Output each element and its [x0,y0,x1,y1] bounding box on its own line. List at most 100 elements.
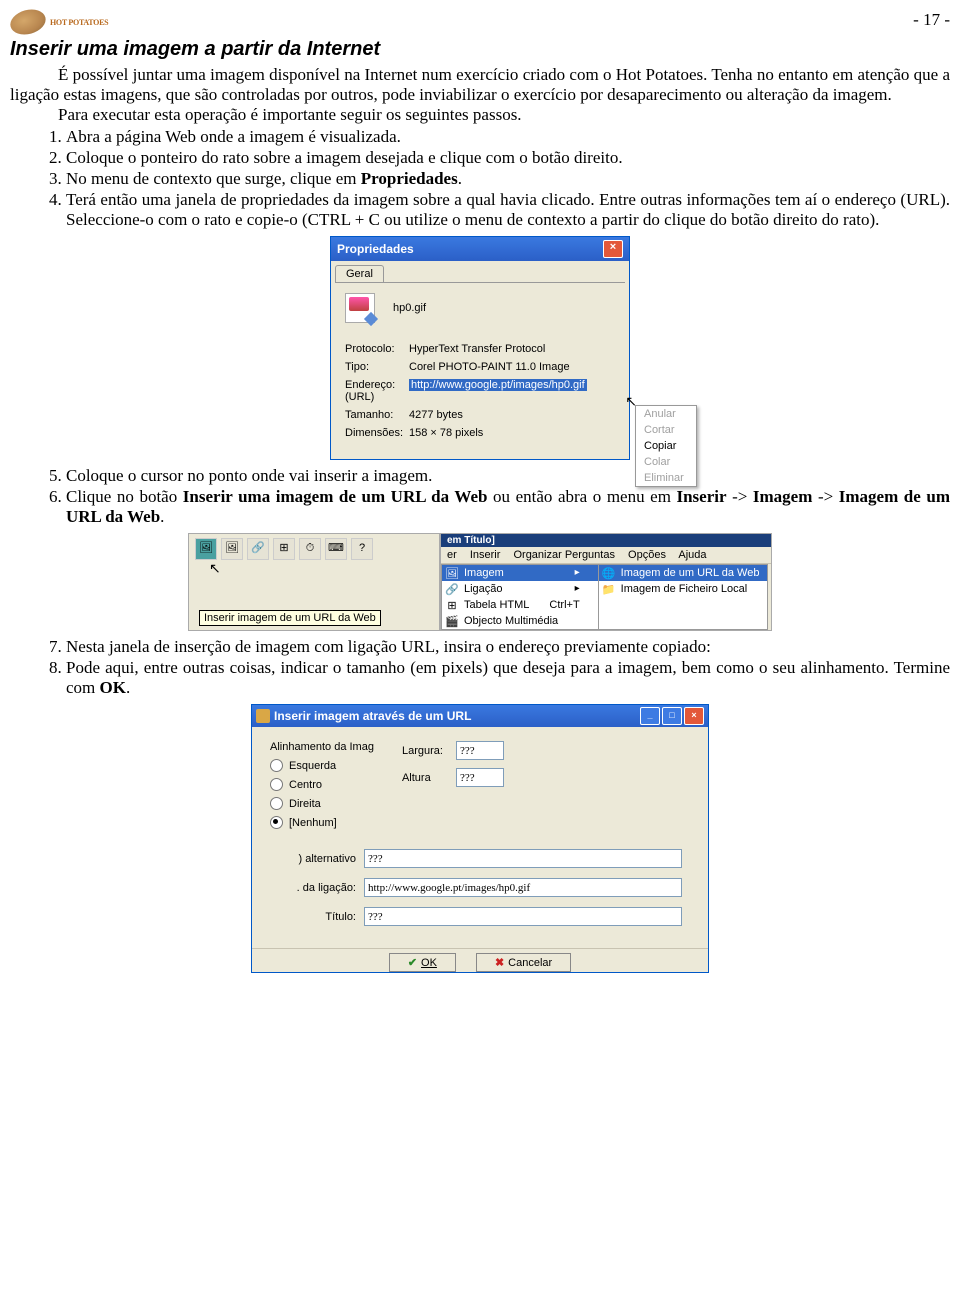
alt-input[interactable] [364,849,682,868]
intro-para-2: Para executar esta operação é importante… [10,105,950,125]
step-5: Coloque o cursor no ponto onde vai inser… [66,466,950,486]
type-value: Corel PHOTO-PAINT 11.0 Image [409,361,615,373]
app-icon [256,709,270,723]
submenu-objecto[interactable]: 🎬Objecto Multimédia [442,613,598,629]
menu-ajuda[interactable]: Ajuda [678,549,706,561]
menubar[interactable]: er Inserir Organizar Perguntas Opções Aj… [441,547,771,564]
title-input[interactable] [364,907,682,926]
inserir-submenu[interactable]: 🖼Imagem 🔗Ligação ⊞Tabela HTMLCtrl+T 🎬Obj… [441,564,599,630]
alt-label: ) alternativo [270,853,356,865]
protocol-label: Protocolo: [345,343,409,355]
altura-label: Altura [402,772,450,784]
insert-url-dialog: Inserir imagem através de um URL _ □ × A… [251,704,709,973]
web-image-icon: 🌐 [602,567,616,581]
minimize-icon[interactable]: _ [640,707,660,725]
size-group: Largura: Altura [402,741,504,835]
link-label: . da ligação: [270,882,356,894]
properties-titlebar[interactable]: Propriedades × [331,237,629,261]
dim-label: Dimensões: [345,427,409,439]
toolbar-button[interactable]: ⊞ [273,538,295,560]
toolbar-button[interactable]: ? [351,538,373,560]
close-icon[interactable]: × [603,240,623,258]
group-label: Alinhamento da Imag [270,741,374,753]
menu-inserir[interactable]: Inserir [470,549,501,561]
file-type-icon [345,293,375,323]
step-7: Nesta janela de inserção de imagem com l… [66,637,950,657]
alignment-group: Alinhamento da Imag Esquerda Centro Dire… [270,741,374,835]
toolbar: 🖼 🖼 🔗 ⊞ ⏱ ⌨ ? [195,538,433,560]
dim-value: 158 × 78 pixels [409,427,615,439]
link-input[interactable] [364,878,682,897]
page-header: HOT POTATOES - 17 - [10,10,950,34]
context-menu[interactable]: Anular Cortar Copiar Colar Eliminar [635,405,697,487]
properties-title: Propriedades [337,242,414,256]
step-4: Terá então uma janela de propriedades da… [66,190,950,230]
toolbar-button[interactable]: 🖼 [221,538,243,560]
submenu-tabela[interactable]: ⊞Tabela HTMLCtrl+T [442,597,598,613]
cursor-icon: ↖ [209,560,221,577]
filename: hp0.gif [393,302,426,314]
potato-icon [8,6,49,38]
maximize-icon[interactable]: □ [662,707,682,725]
ctx-colar: Colar [636,454,696,470]
toolbar-button[interactable]: 🔗 [247,538,269,560]
radio-esquerda[interactable]: Esquerda [270,759,374,772]
step-2: Coloque o ponteiro do rato sobre a image… [66,148,950,168]
step-6: Clique no botão Inserir uma imagem de um… [66,487,950,527]
logo-text: HOT POTATOES [50,18,108,27]
radio-direita[interactable]: Direita [270,797,374,810]
properties-dialog-figure: Propriedades × Geral hp0.gif Protocolo:H… [10,236,950,460]
section-title: Inserir uma imagem a partir da Internet [10,38,950,61]
image-icon: 🖼 [445,567,459,581]
menu-er[interactable]: er [447,549,457,561]
toolbar-button[interactable]: ⏱ [299,538,321,560]
type-label: Tipo: [345,361,409,373]
tab-geral[interactable]: Geral [335,265,384,282]
step-1: Abra a página Web onde a imagem é visual… [66,127,950,147]
submenu2-file[interactable]: 📁Imagem de Ficheiro Local [599,581,768,597]
submenu2-url[interactable]: 🌐Imagem de um URL da Web [599,565,768,581]
tooltip: Inserir imagem de um URL da Web [199,610,381,626]
largura-input[interactable] [456,741,504,760]
step-8: Pode aqui, entre outras coisas, indicar … [66,658,950,698]
size-label: Tamanho: [345,409,409,421]
step-3: No menu de contexto que surge, clique em… [66,169,950,189]
window-title-strip: em Título] [441,534,771,547]
toolbar-button[interactable]: ⌨ [325,538,347,560]
insert-web-image-button[interactable]: 🖼 [195,538,217,560]
media-icon: 🎬 [445,615,459,629]
radio-centro[interactable]: Centro [270,778,374,791]
close-icon[interactable]: × [684,707,704,725]
insert-dialog-figure: Inserir imagem através de um URL _ □ × A… [10,704,950,973]
dialog-title: Inserir imagem através de um URL [274,709,471,723]
imagem-submenu[interactable]: 🌐Imagem de um URL da Web 📁Imagem de Fich… [598,564,769,630]
protocol-value: HyperText Transfer Protocol [409,343,615,355]
tab-bar: Geral [331,261,629,282]
largura-label: Largura: [402,745,450,757]
toolbar-pane: 🖼 🖼 🔗 ⊞ ⏱ ⌨ ? ↖ Inserir imagem de um URL… [188,533,440,631]
url-label: Endereço: (URL) [345,379,409,403]
link-icon: 🔗 [445,583,459,597]
folder-icon: 📁 [602,583,616,597]
table-icon: ⊞ [445,599,459,613]
submenu-ligacao[interactable]: 🔗Ligação [442,581,598,597]
menu-figure: 🖼 🖼 🔗 ⊞ ⏱ ⌨ ? ↖ Inserir imagem de um URL… [10,533,950,631]
title-label: Título: [270,911,356,923]
dialog-titlebar[interactable]: Inserir imagem através de um URL _ □ × [252,705,708,727]
menu-organizar[interactable]: Organizar Perguntas [513,549,615,561]
ok-button[interactable]: OK [389,953,456,972]
ctx-anular: Anular [636,406,696,422]
radio-nenhum[interactable]: [Nenhum] [270,816,374,829]
menu-opcoes[interactable]: Opções [628,549,666,561]
ctx-eliminar: Eliminar [636,470,696,486]
altura-input[interactable] [456,768,504,787]
submenu-imagem[interactable]: 🖼Imagem [442,565,598,581]
cancel-button[interactable]: Cancelar [476,953,571,972]
size-value: 4277 bytes [409,409,615,421]
properties-body: hp0.gif Protocolo:HyperText Transfer Pro… [335,282,625,455]
url-value-selected[interactable]: http://www.google.pt/images/hp0.gif [409,379,587,391]
ctx-copiar[interactable]: Copiar [636,438,696,454]
intro-para-1: É possível juntar uma imagem disponível … [10,65,950,105]
page-number: - 17 - [913,10,950,30]
ctx-cortar: Cortar [636,422,696,438]
